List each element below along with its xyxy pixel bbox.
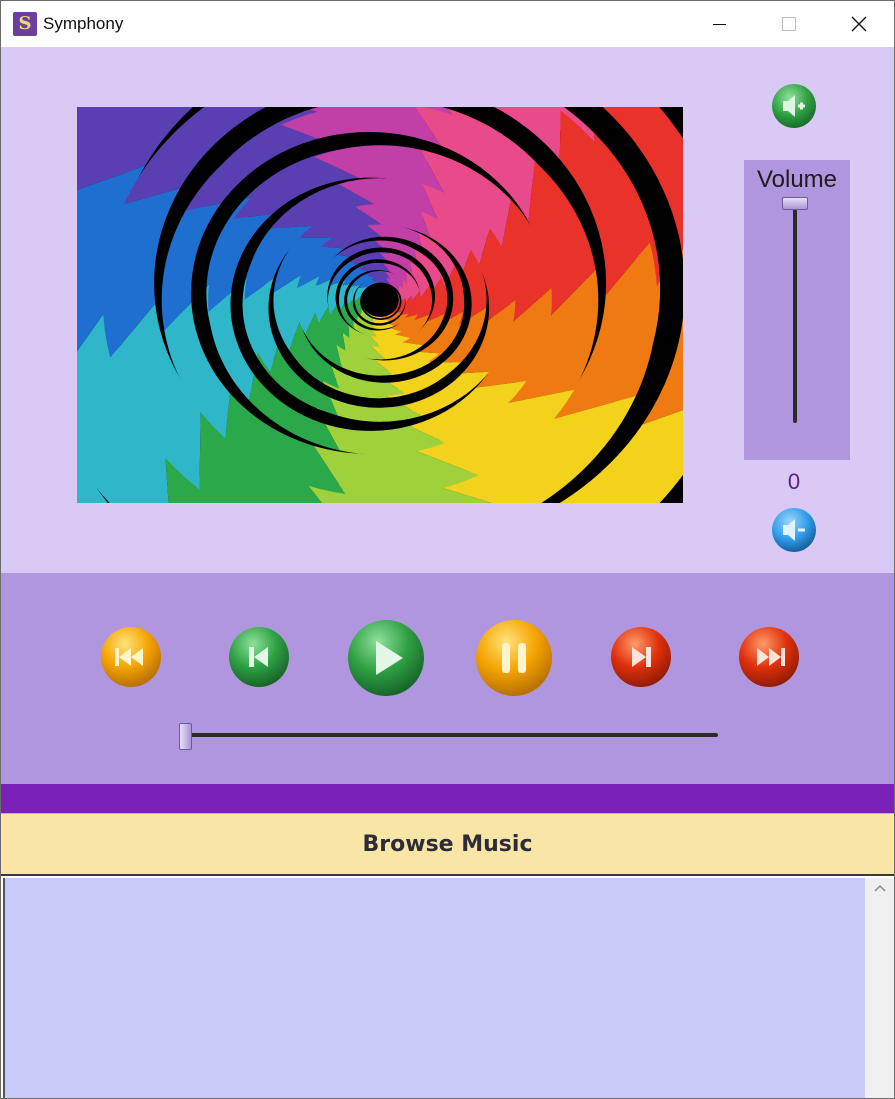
previous-button[interactable]: [228, 626, 290, 688]
playlist-scrollbar[interactable]: [865, 878, 894, 1098]
playlist[interactable]: [3, 878, 865, 1098]
seek-slider-track[interactable]: [186, 733, 718, 737]
skip-to-start-button[interactable]: [100, 626, 162, 688]
volume-panel: Volume: [744, 160, 850, 460]
volume-label: Volume: [756, 166, 838, 193]
minimize-button[interactable]: [684, 1, 754, 47]
pause-button[interactable]: [475, 619, 553, 697]
volume-up-button[interactable]: [771, 83, 817, 129]
app-icon: S: [13, 12, 37, 36]
title-bar: S Symphony: [1, 1, 894, 47]
volume-slider-thumb[interactable]: [782, 197, 808, 210]
close-button[interactable]: [824, 1, 894, 47]
skip-to-end-button[interactable]: [738, 626, 800, 688]
seek-slider-thumb[interactable]: [179, 723, 192, 750]
playback-controls-panel: [1, 573, 894, 784]
next-button[interactable]: [610, 626, 672, 688]
browse-music-button[interactable]: Browse Music: [1, 813, 894, 876]
scroll-up-button[interactable]: [865, 878, 894, 898]
now-playing-panel: Volume 0: [1, 47, 894, 573]
minimize-icon: [712, 23, 726, 25]
scroll-up-icon: [873, 884, 886, 892]
maximize-icon: [782, 17, 796, 31]
volume-slider-track[interactable]: [793, 207, 797, 423]
play-button[interactable]: [347, 619, 425, 697]
album-artwork: [77, 107, 683, 503]
app-window: S Symphony Volume 0 Browse Music: [0, 0, 895, 1099]
maximize-button[interactable]: [754, 1, 824, 47]
window-title: Symphony: [43, 14, 124, 33]
volume-value: 0: [787, 469, 801, 494]
close-icon: [851, 16, 867, 32]
accent-divider: [1, 784, 894, 813]
volume-down-button[interactable]: [771, 507, 817, 553]
